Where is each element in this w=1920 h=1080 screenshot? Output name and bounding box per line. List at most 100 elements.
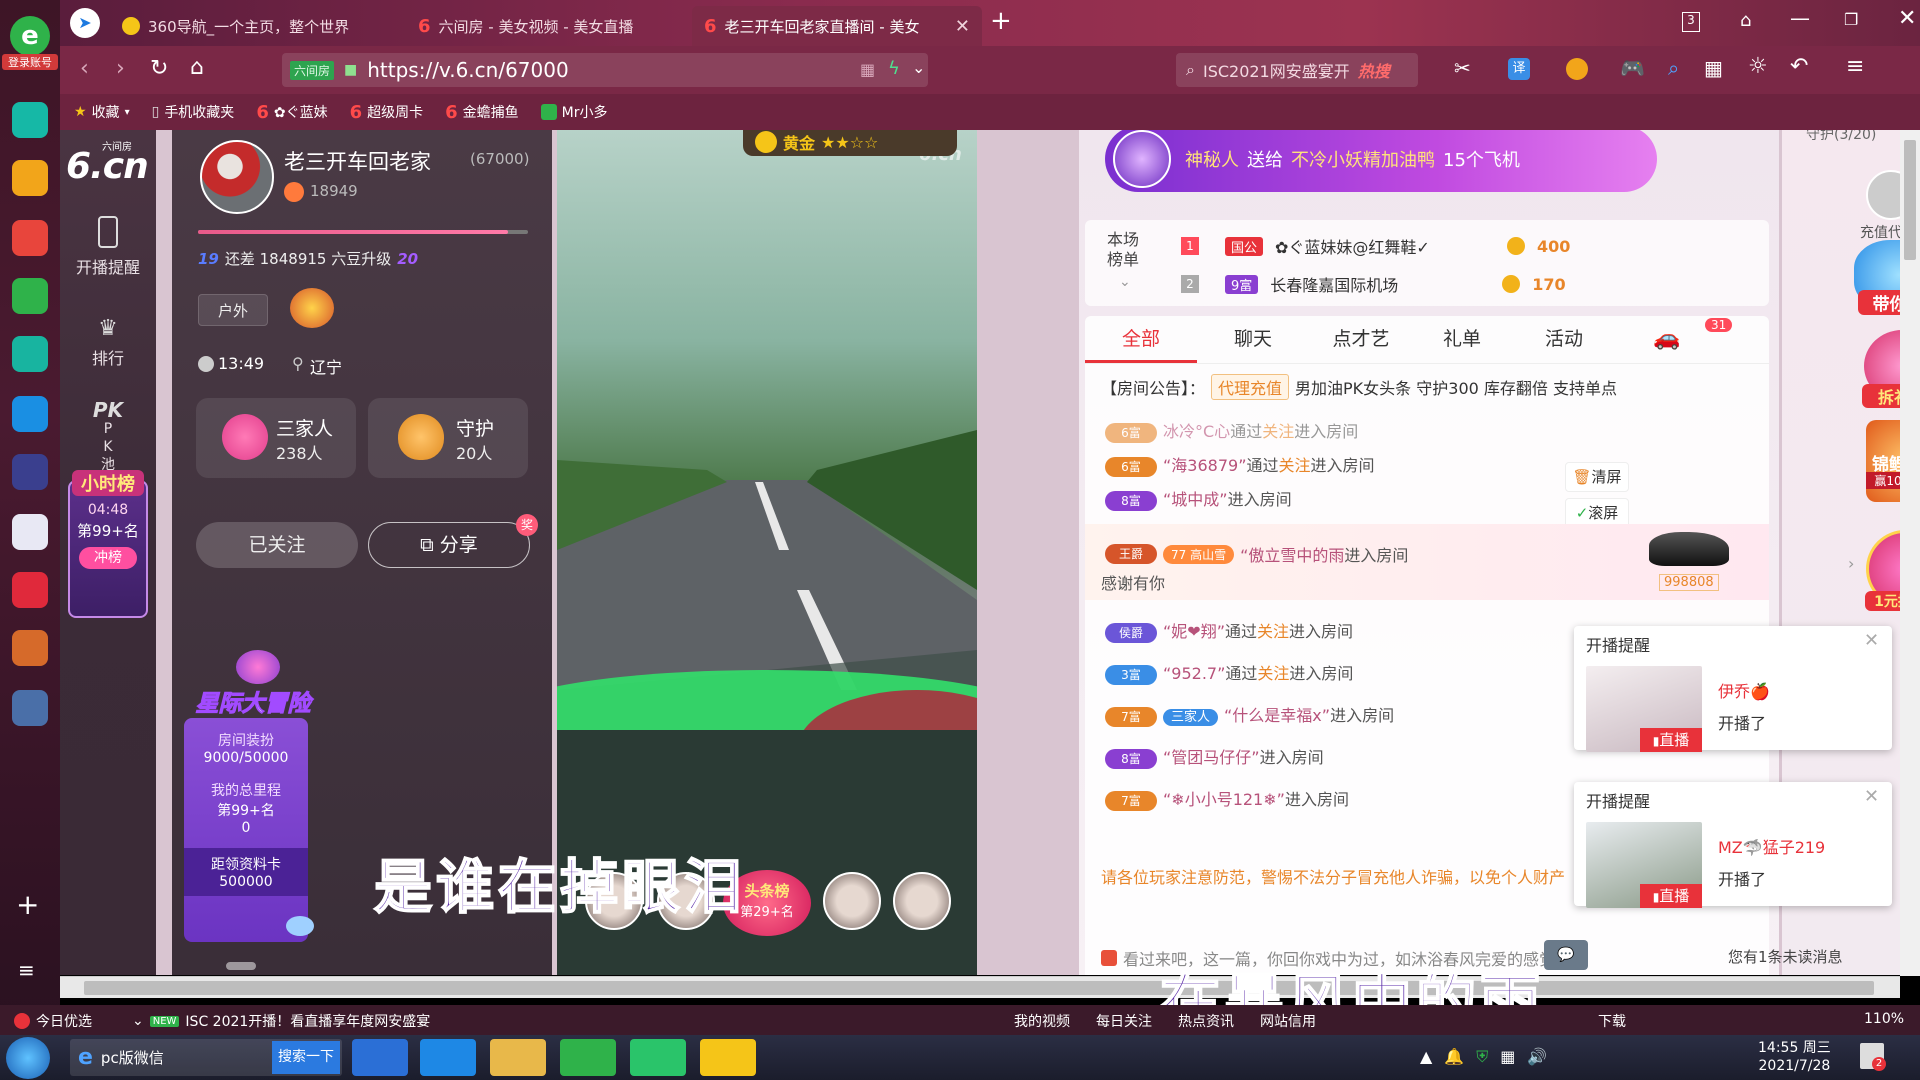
popup-name[interactable]: 伊乔🍎	[1718, 678, 1770, 702]
undo-icon[interactable]: ↶	[1790, 54, 1808, 79]
popup-name[interactable]: MZ🦈猛子219	[1718, 834, 1825, 858]
start-button-icon[interactable]	[6, 1037, 50, 1079]
carousel-dots[interactable]	[226, 962, 256, 970]
bookmark-weekly-card[interactable]: 6 超级周卡	[350, 102, 424, 123]
login-account-label[interactable]: 登录账号	[2, 54, 58, 70]
search-box[interactable]: ⌕ ISC2021网安盛宴开 热搜	[1176, 53, 1418, 87]
360-browser-icon[interactable]	[560, 1039, 616, 1076]
popup-avatar[interactable]: ▮直播	[1586, 666, 1702, 752]
cloud-icon[interactable]	[12, 336, 48, 372]
chat-user-name[interactable]: “妮❤翔”	[1163, 622, 1225, 641]
weibo-icon[interactable]	[12, 220, 48, 256]
hourly-rank-button[interactable]: 冲榜	[79, 547, 137, 569]
forward-icon[interactable]: ›	[116, 56, 125, 81]
chat-app-icon[interactable]	[700, 1039, 756, 1076]
bookmark-mobile[interactable]: ▯ 手机收藏夹	[152, 102, 235, 122]
promo-toggle-icon[interactable]: ›	[1848, 554, 1854, 573]
kugou-icon[interactable]	[352, 1039, 408, 1076]
brightness-icon[interactable]: ☼	[1748, 54, 1768, 79]
message-bubble-icon[interactable]: 💬	[1544, 940, 1588, 970]
dropdown-icon[interactable]: ⌄	[912, 58, 925, 77]
lightning-icon[interactable]: ϟ	[888, 58, 900, 79]
horizontal-scrollbar[interactable]	[60, 976, 1900, 998]
nav-live-reminder[interactable]: 开播提醒	[60, 216, 156, 278]
game2-icon[interactable]	[12, 690, 48, 726]
clear-screen-button[interactable]: 🗑清屏	[1565, 462, 1629, 492]
sports-icon[interactable]	[12, 454, 48, 490]
nav-pk[interactable]: PK PK池	[60, 398, 156, 474]
tab-chat[interactable]: 聊天	[1197, 316, 1309, 363]
grid-icon[interactable]: ▦	[1704, 56, 1723, 80]
chat-user-name[interactable]: “海36879”	[1163, 456, 1246, 475]
scissors-icon[interactable]: ✂	[1454, 56, 1471, 80]
star-app-icon[interactable]	[12, 160, 48, 196]
plus-app-icon[interactable]	[12, 102, 48, 138]
adventure-card[interactable]: 星际大冒险 房间装扮 9000/50000 我的总里程 第99+名 0 距领资料…	[178, 650, 328, 950]
download-link[interactable]: 下载	[1598, 1011, 1626, 1031]
site-credit-link[interactable]: 网站信用	[1260, 1011, 1316, 1031]
back-icon[interactable]: ‹	[80, 56, 89, 81]
vertical-scrollbar[interactable]	[1900, 130, 1920, 976]
followed-button[interactable]: 已关注	[196, 522, 358, 568]
tab-room[interactable]: 6 老三开车回老家直播间 - 美女 ✕	[692, 6, 982, 46]
gamepad-icon[interactable]: 🎮	[1620, 56, 1645, 80]
clock[interactable]: 14:55 周三 2021/7/28	[1758, 1039, 1831, 1075]
tab-gifts[interactable]: 礼单	[1413, 316, 1511, 363]
close-window-icon[interactable]: ✕	[1898, 6, 1916, 31]
add-app-icon[interactable]: +	[16, 888, 39, 921]
today-picks[interactable]: 今日优选	[14, 1011, 92, 1031]
tag-outdoor[interactable]: 户外	[198, 294, 268, 326]
family-card[interactable]: 三家人 238人	[196, 398, 356, 478]
folder-icon[interactable]	[490, 1039, 546, 1076]
site-logo[interactable]: 六间房 6.cn	[66, 136, 152, 187]
new-tab-button[interactable]: +	[990, 6, 1012, 36]
close-tab-icon[interactable]: ✕	[955, 16, 970, 37]
refresh-icon[interactable]: ↻	[150, 56, 168, 81]
bookmark-favorites[interactable]: ★ 收藏 ▾	[74, 102, 130, 122]
chat-user-name[interactable]: “❄小小号121❄”	[1163, 790, 1285, 809]
shirt-icon[interactable]: ⌂	[1740, 10, 1751, 31]
viewer-avatar[interactable]	[893, 872, 951, 930]
shield-icon[interactable]: ⛨	[1476, 1047, 1488, 1067]
search-button[interactable]: 搜索一下	[272, 1041, 340, 1074]
my-video-link[interactable]: 我的视频	[1014, 1011, 1070, 1031]
chat-user-name[interactable]: “傲立雪中的雨	[1240, 542, 1344, 566]
minimize-icon[interactable]: —	[1790, 6, 1810, 30]
bookmark-blue-sister[interactable]: 6 ✿ぐ蓝妹	[256, 102, 327, 123]
share-button[interactable]: ⧉ 分享	[368, 522, 530, 568]
browser-logo-icon[interactable]: e	[10, 16, 50, 56]
mail-icon[interactable]	[12, 278, 48, 314]
p-app-icon[interactable]	[12, 396, 48, 432]
tab-talent[interactable]: 点才艺	[1309, 316, 1413, 363]
popup-close-icon[interactable]: ✕	[1864, 786, 1879, 807]
notification-icon[interactable]: 2	[1860, 1043, 1886, 1071]
navigate-icon[interactable]: ➤	[70, 8, 100, 38]
trophy-badge-icon[interactable]	[290, 288, 334, 328]
restore-icon[interactable]: ❐	[1844, 10, 1858, 29]
video-player-icon[interactable]	[630, 1039, 686, 1076]
ranking-row[interactable]: 1 国公 ✿ぐ蓝妹妹@红舞鞋✓ 400	[1181, 234, 1570, 258]
bell-icon[interactable]: 🔔	[1444, 1047, 1464, 1067]
hot-news-link[interactable]: 热点资讯	[1178, 1011, 1234, 1031]
translate-icon[interactable]: 译	[1508, 58, 1530, 80]
tab-activity[interactable]: 活动	[1511, 316, 1617, 363]
tab-all[interactable]: 全部	[1085, 316, 1197, 363]
menu-list-icon[interactable]: ≡	[18, 958, 35, 982]
nav-ranking[interactable]: ♛ 排行	[60, 316, 156, 369]
scroll-thumb[interactable]	[1904, 140, 1916, 260]
tab-360[interactable]: 360导航_一个主页，整个世界	[110, 6, 400, 46]
chat-user-name[interactable]: “管团马仔仔”	[1163, 748, 1260, 767]
network-icon[interactable]: ▦	[1500, 1047, 1515, 1067]
word-icon[interactable]	[12, 514, 48, 550]
home-icon[interactable]: ⌂	[190, 55, 204, 80]
bookmark-mr[interactable]: Mr小多	[540, 102, 607, 122]
bookmark-fishing[interactable]: 6 金蟾捕鱼	[445, 102, 519, 123]
popup-close-icon[interactable]: ✕	[1864, 630, 1879, 651]
coin-icon[interactable]	[1566, 58, 1588, 80]
tray-up-icon[interactable]: ▲	[1420, 1047, 1432, 1067]
zoom-level[interactable]: 110%	[1864, 1011, 1904, 1027]
unread-message[interactable]: 您有1条未读消息	[1728, 946, 1843, 967]
agent-recharge-tag[interactable]: 代理充值	[1211, 374, 1290, 400]
ranking-row[interactable]: 2 9富 长春隆嘉国际机场 170	[1181, 272, 1566, 296]
anchor-avatar[interactable]	[200, 140, 274, 214]
